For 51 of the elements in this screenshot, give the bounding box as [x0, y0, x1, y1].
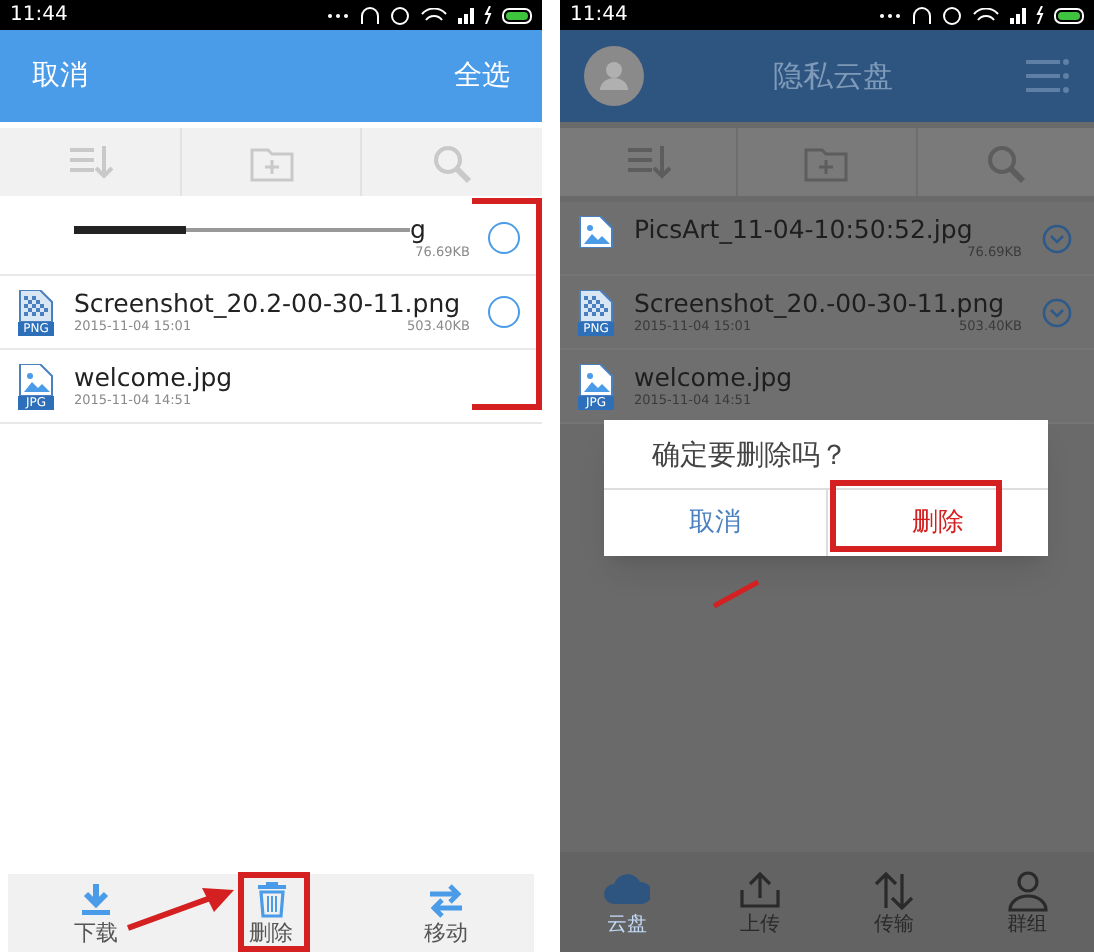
download-icon — [77, 881, 114, 917]
chequered-file-icon — [18, 289, 54, 321]
menu-icon — [1022, 56, 1070, 96]
upload-tray-icon — [736, 868, 785, 912]
trash-icon — [253, 881, 289, 917]
highlight-frame — [238, 872, 310, 952]
annotation-stroke — [710, 578, 762, 610]
delete-button[interactable]: 删除 — [183, 874, 359, 952]
status-time: 11:44 — [10, 5, 68, 25]
charging-icon — [484, 6, 492, 24]
battery-icon — [1054, 7, 1084, 23]
signal-icon — [458, 7, 474, 23]
transfer-arrows-icon — [869, 868, 918, 912]
search-icon — [428, 141, 477, 183]
move-button[interactable]: 移动 — [358, 874, 535, 952]
headphones-icon — [912, 5, 932, 25]
more-dots-icon — [878, 11, 902, 19]
person-icon — [1003, 868, 1052, 912]
swap-arrows-icon — [428, 881, 465, 917]
battery-icon — [502, 7, 532, 23]
dialog-message: 确定要删除吗？ — [650, 438, 850, 476]
file-name: Screenshot_20.2-00-30-11.png — [74, 288, 463, 318]
download-button[interactable]: 下载 — [8, 874, 184, 952]
charging-icon — [1036, 6, 1044, 24]
signal-icon — [1010, 7, 1026, 23]
file-name: g — [410, 214, 426, 244]
more-dots-icon — [326, 11, 350, 19]
file-name: welcome.jpg — [74, 362, 235, 392]
avatar-icon — [584, 46, 644, 106]
file-name: PicsArt_11-04-10:50:52.jpg — [634, 214, 975, 244]
image-file-icon — [18, 363, 54, 395]
nav-tab[interactable]: 云盘 — [560, 852, 694, 952]
cancel-button[interactable]: 取消 — [32, 55, 88, 97]
headphones-icon — [360, 5, 380, 25]
chequered-file-icon — [578, 289, 614, 321]
dialog-cancel-button[interactable]: 取消 — [604, 490, 827, 556]
select-all-button[interactable]: 全选 — [454, 55, 510, 97]
select-checkbox[interactable] — [488, 222, 520, 254]
annotation-arrow — [124, 884, 236, 932]
sort-icon — [65, 141, 114, 183]
image-file-icon — [578, 215, 614, 247]
app-title: 隐私云盘 — [773, 55, 893, 98]
wifi-icon — [420, 7, 448, 23]
image-file-icon — [578, 363, 614, 395]
dialog-delete-button[interactable]: 删除 — [827, 490, 1048, 556]
file-name: Screenshot_20.-00-30-11.png — [634, 288, 1007, 318]
file-name: welcome.jpg — [634, 362, 795, 392]
status-time: 11:44 — [570, 5, 628, 25]
sort-icon — [624, 141, 673, 183]
wifi-icon — [972, 7, 1000, 23]
select-checkbox[interactable] — [488, 296, 520, 328]
